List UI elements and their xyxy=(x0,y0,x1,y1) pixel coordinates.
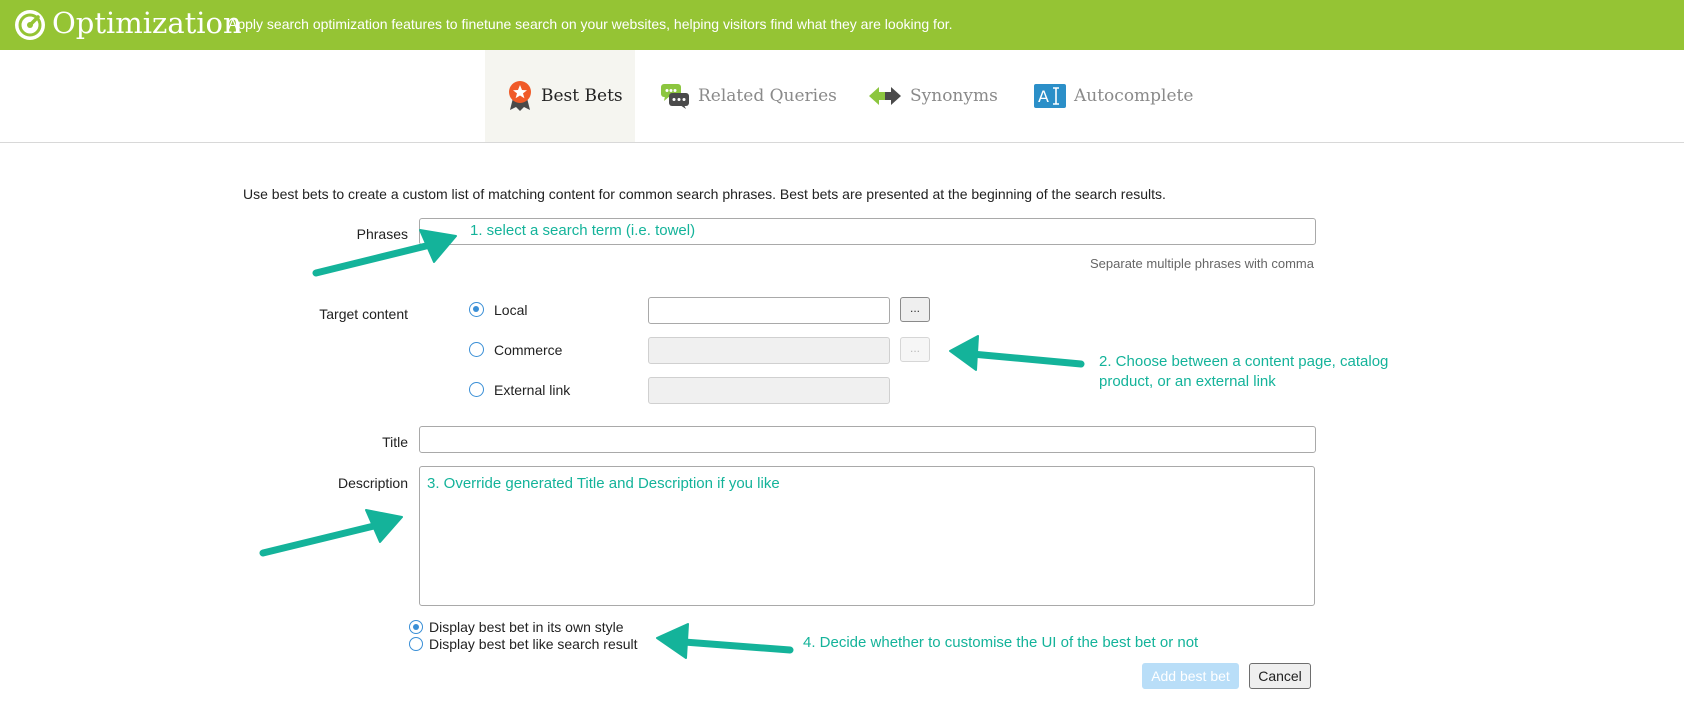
best-bets-intro: Use best bets to create a custom list of… xyxy=(243,186,1166,202)
app-header: Optimization Apply search optimization f… xyxy=(0,0,1684,50)
phrases-hint: Separate multiple phrases with comma xyxy=(1090,256,1314,271)
arrow-to-display-options-head xyxy=(656,623,689,659)
annotation-step-1: 1. select a search term (i.e. towel) xyxy=(470,222,696,239)
target-local-radio[interactable] xyxy=(469,302,484,317)
annotation-step-2-line-1: 2. Choose between a content page, catalo… xyxy=(1099,353,1389,370)
external-link-input[interactable] xyxy=(648,377,890,404)
app-subtitle: Apply search optimization features to fi… xyxy=(228,16,953,32)
chat-bubbles-icon xyxy=(661,84,689,109)
target-external-link-radio[interactable] xyxy=(469,382,484,397)
tab-synonyms[interactable]: Synonyms xyxy=(868,50,998,142)
target-local-label: Local xyxy=(494,302,528,318)
target-commerce-label: Commerce xyxy=(494,342,563,358)
tab-related-queries[interactable]: Related Queries xyxy=(660,50,837,142)
arrow-to-phrases xyxy=(312,241,434,277)
target-content-label: Target content xyxy=(319,306,408,322)
tab-best-bets[interactable]: Best Bets xyxy=(485,50,635,142)
tab-label: Synonyms xyxy=(910,86,998,106)
commerce-content-input[interactable] xyxy=(648,337,890,364)
description-label: Description xyxy=(337,475,408,491)
target-external-link-label: External link xyxy=(494,382,571,398)
local-browse-button[interactable]: ... xyxy=(900,297,930,322)
speedometer-icon xyxy=(15,10,45,40)
local-content-input[interactable] xyxy=(648,297,890,324)
arrow-to-description-head xyxy=(365,509,403,543)
arrow-to-target-content-head xyxy=(949,335,979,371)
arrow-to-description xyxy=(259,521,382,557)
display-search-result-label: Display best bet like search result xyxy=(429,636,638,652)
display-own-style-label: Display best bet in its own style xyxy=(429,619,624,635)
arrow-to-target-content xyxy=(968,350,1085,368)
svg-text:A: A xyxy=(1038,87,1049,106)
phrases-label: Phrases xyxy=(356,226,408,242)
tab-label: Autocomplete xyxy=(1074,86,1194,106)
tab-label: Best Bets xyxy=(541,86,623,106)
display-own-style-radio[interactable] xyxy=(409,620,423,634)
add-best-bet-button[interactable]: Add best bet xyxy=(1142,663,1239,689)
text-cursor-icon: A xyxy=(1034,84,1066,108)
rosette-icon xyxy=(509,81,531,111)
title-label: Title xyxy=(382,434,408,450)
app-title: Optimization xyxy=(52,6,242,40)
annotation-step-3: 3. Override generated Title and Descript… xyxy=(427,475,780,492)
annotation-step-4: 4. Decide whether to customise the UI of… xyxy=(803,634,1199,651)
tab-label: Related Queries xyxy=(698,86,837,106)
annotation-step-2-line-2: product, or an external link xyxy=(1099,373,1276,390)
double-arrow-icon xyxy=(869,87,901,105)
commerce-browse-button[interactable]: ... xyxy=(900,337,930,362)
arrow-to-display-options xyxy=(680,638,794,654)
target-commerce-radio[interactable] xyxy=(469,342,484,357)
tab-autocomplete[interactable]: A Autocomplete xyxy=(1034,50,1194,142)
title-input[interactable] xyxy=(419,426,1316,453)
tab-bar: Best Bets Related Queries Synonyms A Aut… xyxy=(0,50,1684,143)
cancel-button[interactable]: Cancel xyxy=(1249,663,1311,689)
display-search-result-radio[interactable] xyxy=(409,637,423,651)
